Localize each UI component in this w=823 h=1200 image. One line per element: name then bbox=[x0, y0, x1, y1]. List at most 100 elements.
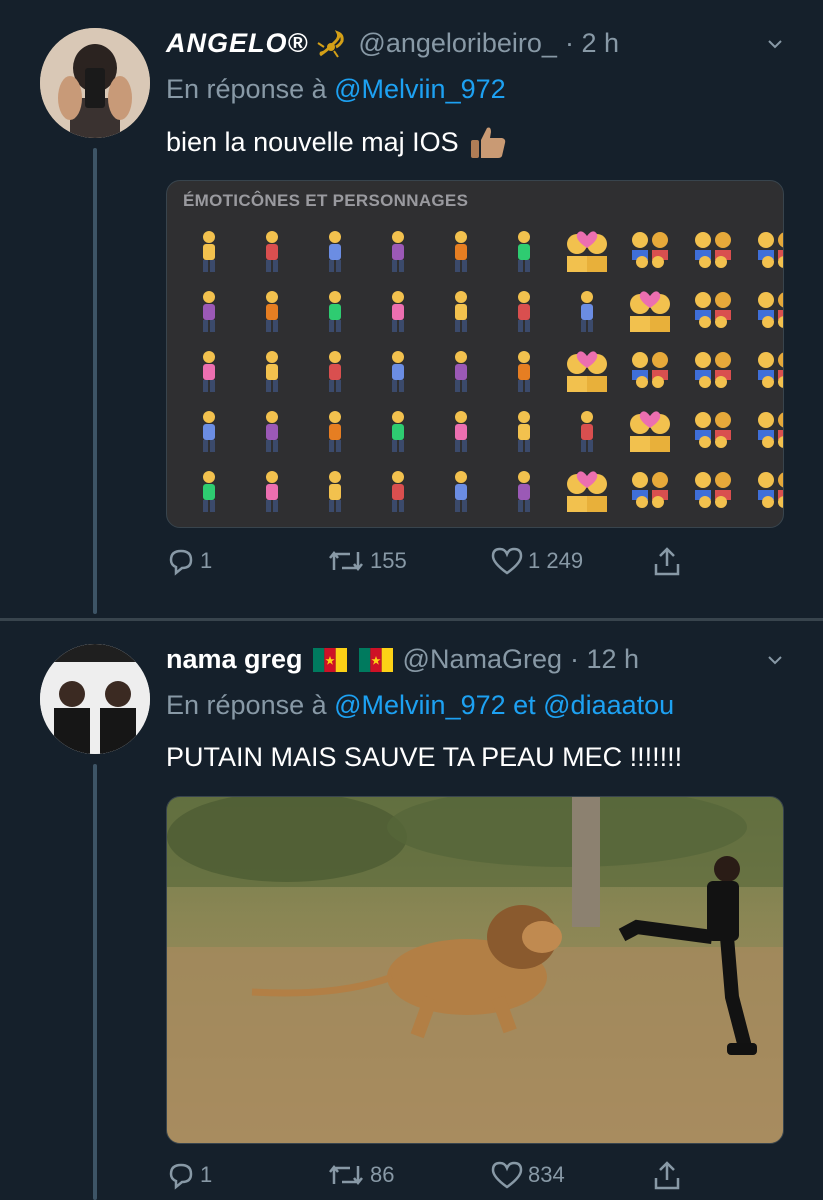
share-icon bbox=[652, 1160, 682, 1192]
reply-icon bbox=[166, 1160, 196, 1190]
emoji-keyboard-image[interactable]: ÉMOTICÔNES ET PERSONNAGES bbox=[166, 180, 784, 528]
tweet-1[interactable]: ANGELO® @angeloribeiro_ · 2 h En réponse… bbox=[0, 0, 823, 618]
share-icon bbox=[652, 546, 682, 578]
cameroon-flag-icon bbox=[358, 647, 393, 672]
emoji-cell bbox=[744, 461, 783, 521]
emoji-cell bbox=[303, 281, 366, 341]
emoji-cell bbox=[555, 401, 618, 461]
emoji-cell bbox=[303, 461, 366, 521]
emoji-cell bbox=[303, 341, 366, 401]
chevron-down-icon[interactable] bbox=[767, 36, 783, 52]
reply-prefix: En réponse à bbox=[166, 690, 327, 720]
emoji-cell bbox=[492, 401, 555, 461]
emoji-cell bbox=[240, 281, 303, 341]
emoji-cell bbox=[618, 461, 681, 521]
tweet-header: ANGELO® @angeloribeiro_ · 2 h bbox=[166, 28, 619, 59]
emoji-cell bbox=[555, 341, 618, 401]
emoji-cell bbox=[366, 221, 429, 281]
emoji-cell bbox=[555, 461, 618, 521]
tweet-text-row: PUTAIN MAIS SAUVE TA PEAU MEC !!!!!!! bbox=[166, 742, 682, 773]
emoji-cell bbox=[744, 401, 783, 461]
emoji-cell bbox=[303, 221, 366, 281]
avatar[interactable] bbox=[40, 644, 150, 754]
share-button[interactable] bbox=[652, 1160, 682, 1192]
reply-button[interactable]: 1 bbox=[166, 546, 212, 576]
emoji-cell bbox=[744, 341, 783, 401]
emoji-cell bbox=[618, 281, 681, 341]
tweet-actions: 1 155 1 249 bbox=[166, 546, 726, 580]
tweet-text-row: bien la nouvelle maj IOS bbox=[166, 124, 507, 160]
tweet-2[interactable]: nama greg @NamaGreg · 12 h En réponse à … bbox=[0, 622, 823, 1200]
tweet-text: PUTAIN MAIS SAUVE TA PEAU MEC !!!!!!! bbox=[166, 742, 683, 772]
emoji-cell bbox=[492, 281, 555, 341]
tweet-header: nama greg @NamaGreg · 12 h bbox=[166, 644, 639, 675]
emoji-cell bbox=[177, 341, 240, 401]
emoji-cell bbox=[492, 341, 555, 401]
like-count: 1 249 bbox=[528, 548, 584, 573]
reply-mentions[interactable]: @Melviin_972 bbox=[334, 74, 506, 104]
tweet-divider bbox=[0, 618, 823, 621]
emoji-cell bbox=[366, 281, 429, 341]
emoji-cell bbox=[681, 281, 744, 341]
emoji-cell bbox=[366, 461, 429, 521]
tweet-actions: 1 86 834 bbox=[166, 1160, 726, 1194]
tweet-text: bien la nouvelle maj IOS bbox=[166, 126, 459, 157]
reply-mentions[interactable]: @Melviin_972 et @diaaatou bbox=[334, 690, 674, 720]
emoji-cell bbox=[618, 221, 681, 281]
thumbs-up-icon bbox=[469, 124, 507, 160]
emoji-cell bbox=[555, 281, 618, 341]
emoji-cell bbox=[177, 281, 240, 341]
emoji-cell bbox=[177, 401, 240, 461]
thread-line bbox=[93, 764, 97, 1200]
reply-count: 1 bbox=[200, 1162, 213, 1187]
reply-context: En réponse à @Melviin_972 et @diaaatou bbox=[166, 690, 674, 721]
emoji-cell bbox=[240, 401, 303, 461]
display-name[interactable]: nama greg bbox=[166, 644, 303, 675]
emoji-cell bbox=[429, 401, 492, 461]
emoji-cell bbox=[492, 221, 555, 281]
like-button[interactable]: 834 bbox=[490, 1160, 565, 1190]
scorpion-icon bbox=[316, 29, 350, 59]
emoji-cell bbox=[429, 341, 492, 401]
reply-button[interactable]: 1 bbox=[166, 1160, 212, 1190]
share-button[interactable] bbox=[652, 546, 682, 578]
emoji-cell bbox=[618, 401, 681, 461]
emoji-cell bbox=[240, 221, 303, 281]
handle[interactable]: @NamaGreg bbox=[403, 644, 562, 675]
retweet-icon bbox=[326, 1160, 366, 1190]
emoji-cell bbox=[177, 221, 240, 281]
like-icon bbox=[490, 546, 524, 576]
timestamp[interactable]: · 2 h bbox=[565, 28, 619, 59]
retweet-button[interactable]: 155 bbox=[326, 546, 407, 576]
emoji-cell bbox=[429, 281, 492, 341]
retweet-icon bbox=[326, 546, 366, 576]
cameroon-flag-icon bbox=[312, 647, 347, 672]
lion-chase-photo[interactable] bbox=[166, 796, 784, 1144]
emoji-cell bbox=[366, 401, 429, 461]
emoji-cell bbox=[366, 341, 429, 401]
emoji-cell bbox=[744, 221, 783, 281]
emoji-cell bbox=[681, 401, 744, 461]
handle[interactable]: @angeloribeiro_ bbox=[358, 28, 557, 59]
like-button[interactable]: 1 249 bbox=[490, 546, 583, 576]
reply-prefix: En réponse à bbox=[166, 74, 327, 104]
emoji-cell bbox=[240, 341, 303, 401]
emoji-cell bbox=[681, 221, 744, 281]
like-count: 834 bbox=[528, 1162, 565, 1187]
emoji-cell bbox=[618, 341, 681, 401]
emoji-cell bbox=[429, 221, 492, 281]
emoji-cell bbox=[744, 281, 783, 341]
retweet-count: 155 bbox=[370, 548, 407, 573]
like-icon bbox=[490, 1160, 524, 1190]
retweet-button[interactable]: 86 bbox=[326, 1160, 394, 1190]
emoji-cell bbox=[240, 461, 303, 521]
emoji-cell bbox=[681, 341, 744, 401]
reply-count: 1 bbox=[200, 548, 213, 573]
display-name[interactable]: ANGELO® bbox=[166, 28, 308, 59]
emoji-cell bbox=[303, 401, 366, 461]
avatar[interactable] bbox=[40, 28, 150, 138]
emoji-cell bbox=[492, 461, 555, 521]
chevron-down-icon[interactable] bbox=[767, 652, 783, 668]
timestamp[interactable]: · 12 h bbox=[570, 644, 639, 675]
retweet-count: 86 bbox=[370, 1162, 395, 1187]
